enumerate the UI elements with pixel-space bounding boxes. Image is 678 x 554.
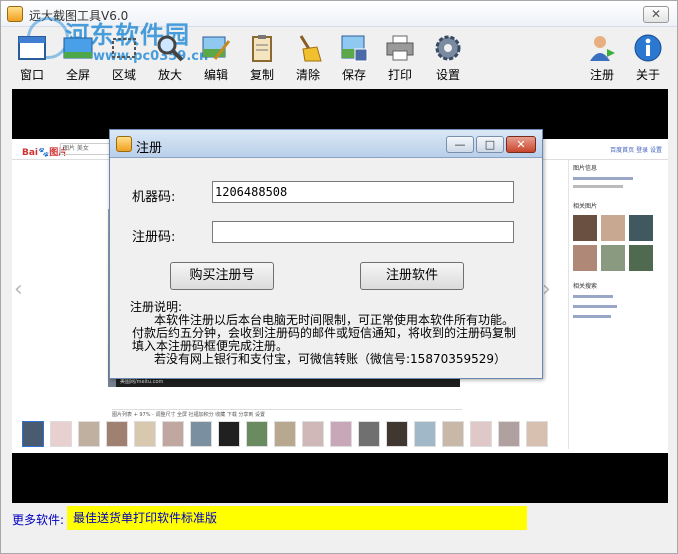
toolbar-edit-button[interactable]: 编辑: [193, 31, 239, 85]
main-window: 远大截图工具V6.0 ✕ 河东软件园 www.pc0359.cn 窗口 全屏 区…: [0, 0, 678, 554]
region-icon: [112, 38, 136, 58]
dialog-maximize-button[interactable]: □: [476, 136, 504, 153]
desc-line-3: 填入本注册码框便完成注册。: [132, 339, 289, 353]
toolbar-save-button[interactable]: 保存: [331, 31, 377, 85]
side-title-related: 相关图片: [573, 203, 598, 210]
webpage-top-links: 百度首页 登录 设置: [610, 147, 662, 154]
clear-icon: [299, 35, 322, 62]
app-icon: [7, 6, 23, 22]
register-dialog: 注册 — □ ✕ 机器码: 1206488508 注册码: 购买注册号 注册软件…: [109, 129, 543, 379]
desc-line-2: 付款后约五分钟，会收到注册码的邮件或短信通知，将收到的注册码复制: [132, 326, 517, 340]
thumbnail: [498, 421, 520, 447]
side-search-line: [573, 305, 617, 308]
next-arrow-icon: ›: [542, 277, 551, 302]
toolbar-about-label: 关于: [635, 68, 660, 82]
desc-line-4: 若没有网上银行和支付宝，可微信转账（微信号:15870359529）: [154, 352, 507, 366]
toolbar-settings-button[interactable]: 设置: [425, 31, 471, 85]
toolbar: 窗口 全屏 区域 放大 编辑 复制 清除 保存 打印 设置 注册 关于: [1, 31, 677, 85]
thumbnail: [22, 421, 44, 447]
thumbnail: [162, 421, 184, 447]
side-thumb: [629, 215, 653, 241]
fullscreen-icon: [63, 37, 93, 59]
register-software-button[interactable]: 注册软件: [360, 262, 464, 290]
thumbnail: [358, 421, 380, 447]
side-title-search: 相关搜索: [573, 283, 598, 290]
dialog-minimize-button[interactable]: —: [446, 136, 474, 153]
save-icon: [341, 35, 368, 62]
thumbnail: [78, 421, 100, 447]
window-close-button[interactable]: ✕: [643, 6, 669, 23]
webpage-thumbnail-row: [20, 421, 560, 447]
toolbar-copy-button[interactable]: 复制: [239, 31, 285, 85]
thumbnail: [218, 421, 240, 447]
register-icon: [590, 36, 615, 61]
footer-more-software-label: 更多软件:: [12, 513, 65, 527]
dialog-title: 注册: [136, 141, 163, 156]
thumbnail: [442, 421, 464, 447]
dialog-app-icon: [116, 136, 132, 152]
side-info-line: [573, 177, 633, 180]
toolbar-print-label: 打印: [387, 68, 412, 82]
copy-icon: [252, 35, 272, 62]
print-icon: [386, 35, 414, 61]
thumbnail: [470, 421, 492, 447]
edit-icon: [202, 36, 231, 60]
toolbar-settings-label: 设置: [435, 68, 460, 82]
side-title-info: 图片信息: [573, 165, 598, 172]
toolbar-region-button[interactable]: 区域: [101, 31, 147, 85]
thumbnail: [302, 421, 324, 447]
prev-arrow-icon: ‹: [14, 277, 23, 302]
side-thumb: [573, 245, 597, 271]
side-search-line: [573, 315, 611, 318]
dialog-close-button[interactable]: ✕: [506, 136, 536, 153]
buy-code-button[interactable]: 购买注册号: [170, 262, 274, 290]
thumbnail: [190, 421, 212, 447]
thumbnail: [386, 421, 408, 447]
thumbnail: [246, 421, 268, 447]
toolbar-magnify-button[interactable]: 放大: [147, 31, 193, 85]
thumbnail: [330, 421, 352, 447]
window-icon: [18, 36, 46, 60]
reg-code-label: 注册码:: [132, 230, 176, 245]
side-thumb: [573, 215, 597, 241]
webpage-side-panel: 图片信息 相关图片 相关搜索: [568, 159, 664, 449]
thumbnail: [50, 421, 72, 447]
side-info-line: [573, 185, 623, 188]
thumbnail: [106, 421, 128, 447]
side-search-line: [573, 295, 613, 298]
desc-title: 注册说明:: [130, 300, 183, 314]
machine-code-field[interactable]: 1206488508: [212, 181, 514, 203]
side-thumb: [601, 215, 625, 241]
machine-code-label: 机器码:: [132, 190, 176, 205]
thumbnail: [134, 421, 156, 447]
side-thumb: [629, 245, 653, 271]
thumbnail: [274, 421, 296, 447]
magnify-icon: [157, 35, 184, 62]
toolbar-about-button[interactable]: 关于: [625, 31, 671, 85]
webpage-tool-row: 图片列表 + 97% - 调整尺寸 全屏 社福加积分 收藏 下载 分享到 设置: [112, 409, 462, 419]
thumbnail: [526, 421, 548, 447]
toolbar-fullscreen-button[interactable]: 全屏: [55, 31, 101, 85]
about-icon: [634, 34, 662, 62]
toolbar-clear-button[interactable]: 清除: [285, 31, 331, 85]
footer-software-link[interactable]: 最佳送货单打印软件标准版: [67, 506, 527, 530]
toolbar-window-button[interactable]: 窗口: [9, 31, 55, 85]
side-thumb: [601, 245, 625, 271]
canvas-bottom-band: [12, 453, 668, 503]
desc-line-1: 本软件注册以后本台电脑无时间限制，可正常使用本软件所有功能。: [154, 313, 515, 327]
reg-code-field[interactable]: [212, 221, 514, 243]
thumbnail: [414, 421, 436, 447]
dialog-title-bar[interactable]: 注册 — □ ✕: [110, 130, 542, 158]
toolbar-print-button[interactable]: 打印: [377, 31, 423, 85]
toolbar-register-button[interactable]: 注册: [579, 31, 625, 85]
settings-icon: [435, 35, 461, 61]
